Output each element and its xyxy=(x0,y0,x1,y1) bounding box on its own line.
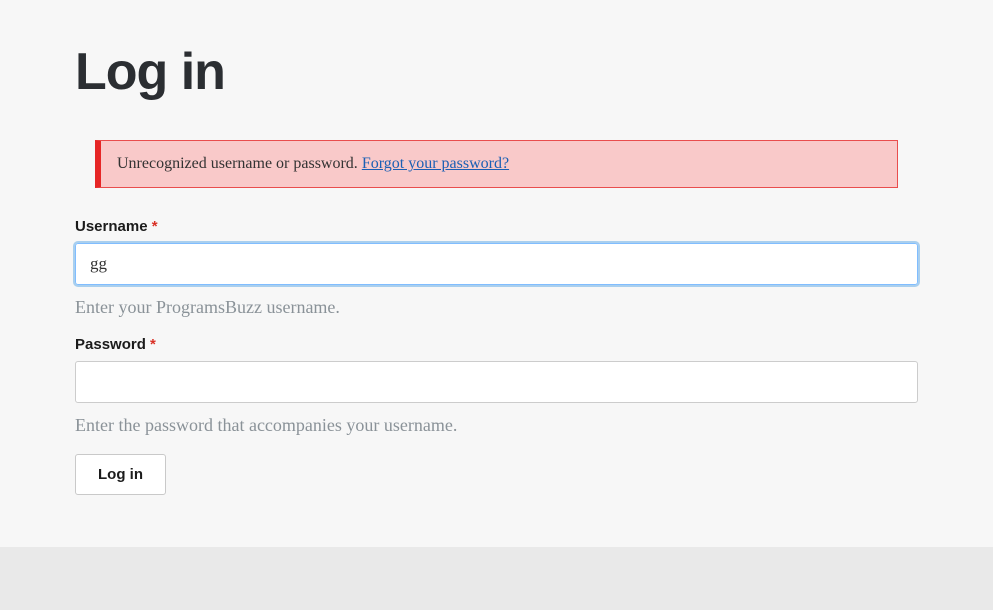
forgot-password-link[interactable]: Forgot your password? xyxy=(362,155,509,172)
error-message-text: Unrecognized username or password. xyxy=(117,155,362,172)
password-helper: Enter the password that accompanies your… xyxy=(75,415,918,436)
password-input[interactable] xyxy=(75,361,918,403)
username-group: Username * Enter your ProgramsBuzz usern… xyxy=(75,218,918,318)
password-label: Password * xyxy=(75,336,918,353)
password-group: Password * Enter the password that accom… xyxy=(75,336,918,436)
login-container: Log in Unrecognized username or password… xyxy=(0,0,993,547)
username-label-text: Username xyxy=(75,218,148,235)
page-title: Log in xyxy=(75,0,918,122)
password-label-text: Password xyxy=(75,336,146,353)
footer-band xyxy=(0,547,993,610)
username-input[interactable] xyxy=(75,243,918,285)
required-indicator: * xyxy=(150,336,156,353)
username-label: Username * xyxy=(75,218,918,235)
login-button[interactable]: Log in xyxy=(75,454,166,495)
required-indicator: * xyxy=(152,218,158,235)
error-alert: Unrecognized username or password. Forgo… xyxy=(95,140,898,188)
username-helper: Enter your ProgramsBuzz username. xyxy=(75,297,918,318)
